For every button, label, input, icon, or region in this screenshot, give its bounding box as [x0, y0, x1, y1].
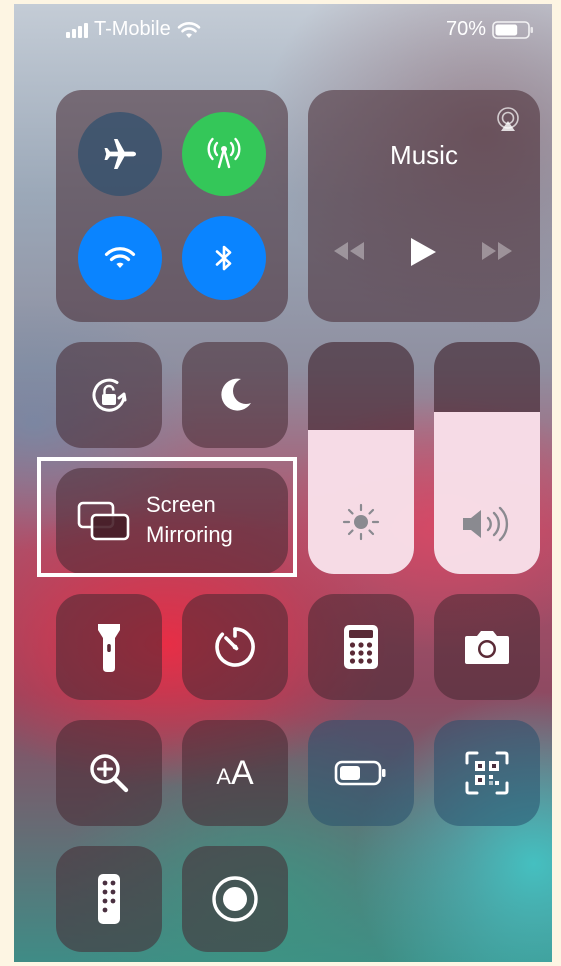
- timer-button[interactable]: [182, 594, 288, 700]
- calculator-button[interactable]: [308, 594, 414, 700]
- qr-code-scanner-button[interactable]: [434, 720, 540, 826]
- qr-code-scanner-icon: [463, 749, 511, 797]
- volume-level-fill: [434, 411, 540, 574]
- timer-icon: [211, 623, 259, 671]
- apple-tv-remote-icon: [96, 873, 122, 925]
- signal-strength-icon: [66, 22, 88, 38]
- flashlight-icon: [94, 620, 124, 674]
- fast-forward-icon[interactable]: [480, 240, 514, 262]
- carrier-name: T-Mobile: [94, 18, 171, 40]
- camera-button[interactable]: [434, 594, 540, 700]
- orientation-lock-icon: [84, 370, 134, 420]
- volume-slider[interactable]: [434, 342, 540, 574]
- screen-mirroring-highlight-box: [37, 457, 297, 577]
- music-title: Music: [390, 140, 458, 170]
- apple-tv-remote-button[interactable]: [56, 846, 162, 952]
- airplane-mode-button[interactable]: [78, 112, 162, 196]
- screen-recording-button[interactable]: [182, 846, 288, 952]
- airplane-icon: [100, 134, 140, 174]
- text-size-button[interactable]: A A: [182, 720, 288, 826]
- do-not-disturb-button[interactable]: [182, 342, 288, 448]
- text-size-small-glyph: A: [216, 763, 231, 789]
- bluetooth-icon: [204, 238, 244, 278]
- airplay-icon[interactable]: [494, 106, 522, 134]
- camera-icon: [463, 628, 511, 666]
- moon-icon: [213, 373, 257, 417]
- low-power-mode-icon: [334, 759, 388, 787]
- text-size-icon: A A: [216, 754, 253, 793]
- wifi-status-icon: [177, 21, 201, 39]
- magnifier-button[interactable]: [56, 720, 162, 826]
- wifi-button[interactable]: [78, 216, 162, 300]
- cellular-antenna-icon: [204, 134, 244, 174]
- low-power-mode-button[interactable]: [308, 720, 414, 826]
- rewind-icon[interactable]: [332, 240, 366, 262]
- battery-icon: [492, 20, 534, 40]
- brightness-slider[interactable]: [308, 342, 414, 574]
- text-size-large-glyph: A: [231, 753, 254, 792]
- connectivity-module: [56, 90, 288, 322]
- calculator-icon: [343, 624, 379, 670]
- speaker-icon: [459, 504, 515, 544]
- music-module[interactable]: Music: [308, 90, 540, 322]
- status-bar: T-Mobile 70%: [14, 18, 552, 44]
- wifi-icon: [100, 238, 140, 278]
- screen-recording-icon: [210, 874, 260, 924]
- orientation-lock-button[interactable]: [56, 342, 162, 448]
- cellular-data-button[interactable]: [182, 112, 266, 196]
- sun-icon: [339, 500, 383, 544]
- play-icon[interactable]: [408, 236, 438, 268]
- battery-percentage: 70%: [445, 18, 486, 40]
- control-center: T-Mobile 70% Music Screen Mirroring A A: [14, 4, 552, 962]
- bluetooth-button[interactable]: [182, 216, 266, 300]
- flashlight-button[interactable]: [56, 594, 162, 700]
- magnifier-icon: [85, 749, 133, 797]
